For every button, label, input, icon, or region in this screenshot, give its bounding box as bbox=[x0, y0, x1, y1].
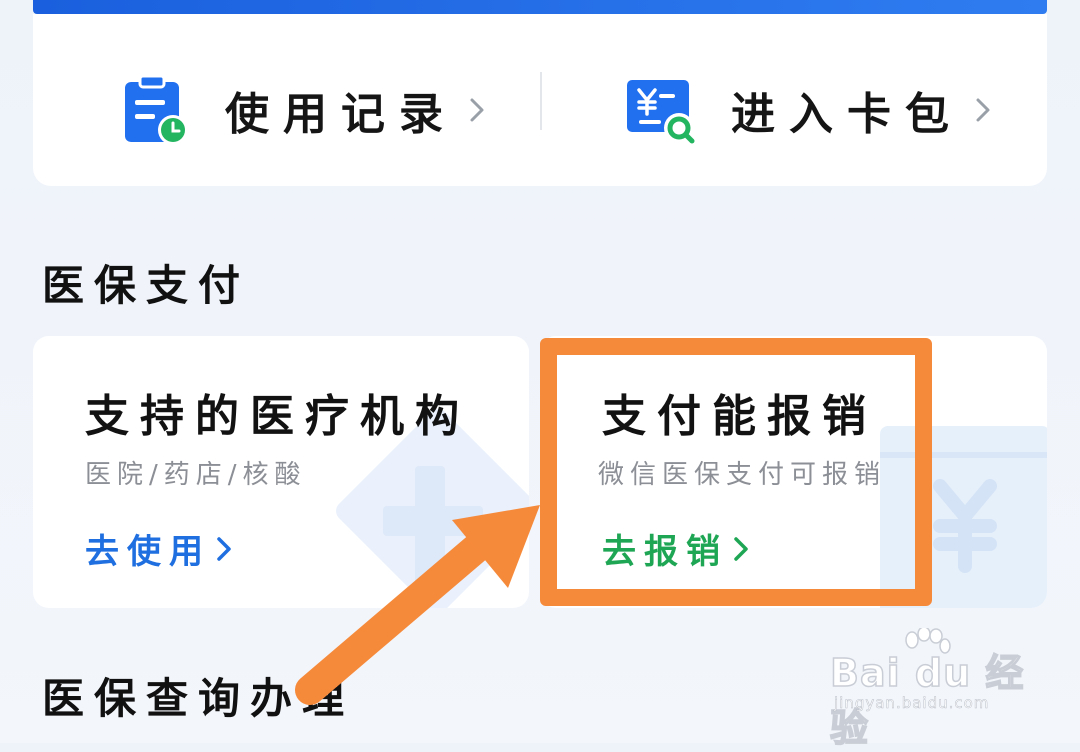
medical-institutions-card[interactable]: 支持的医疗机构 医院/药店/核酸 去使用 bbox=[33, 336, 529, 608]
service-title: 支付能报销 bbox=[602, 391, 877, 442]
card-wallet-button[interactable]: 进入卡包 bbox=[625, 70, 999, 150]
chevron-right-icon bbox=[217, 536, 231, 561]
payment-section-title: 医保支付 bbox=[42, 261, 251, 310]
watermark-url: jingyan.baidu.com bbox=[834, 694, 990, 713]
query-section-title: 医保查询办理 bbox=[42, 674, 355, 723]
service-subtitle: 微信医保支付可报销 bbox=[598, 460, 887, 490]
chevron-right-icon bbox=[470, 98, 484, 122]
go-reimburse-button[interactable]: 去报销 bbox=[602, 524, 754, 573]
chevron-right-icon bbox=[734, 536, 748, 561]
baidu-jingyan-watermark: Bai du 经验 jingyan.baidu.com bbox=[829, 628, 1030, 751]
yuan-search-icon bbox=[627, 80, 695, 144]
go-reimburse-label: 去报销 bbox=[602, 532, 728, 572]
vertical-divider bbox=[540, 72, 542, 130]
card-wallet-label: 进入卡包 bbox=[731, 89, 963, 140]
go-use-button[interactable]: 去使用 bbox=[85, 524, 237, 573]
quick-actions-card: 使用记录 进入卡包 bbox=[33, 14, 1047, 186]
clipboard-clock-icon bbox=[125, 74, 188, 145]
decorative-receipt-icon bbox=[880, 426, 1047, 608]
service-subtitle: 医院/药店/核酸 bbox=[85, 460, 307, 490]
go-use-label: 去使用 bbox=[85, 532, 211, 572]
chevron-right-icon bbox=[976, 98, 990, 122]
top-banner bbox=[33, 0, 1047, 14]
usage-record-button[interactable]: 使用记录 bbox=[123, 70, 493, 150]
usage-record-label: 使用记录 bbox=[225, 89, 457, 140]
service-title: 支持的医疗机构 bbox=[85, 391, 470, 442]
payment-reimburse-card[interactable]: 支付能报销 微信医保支付可报销 去报销 bbox=[540, 336, 1047, 608]
